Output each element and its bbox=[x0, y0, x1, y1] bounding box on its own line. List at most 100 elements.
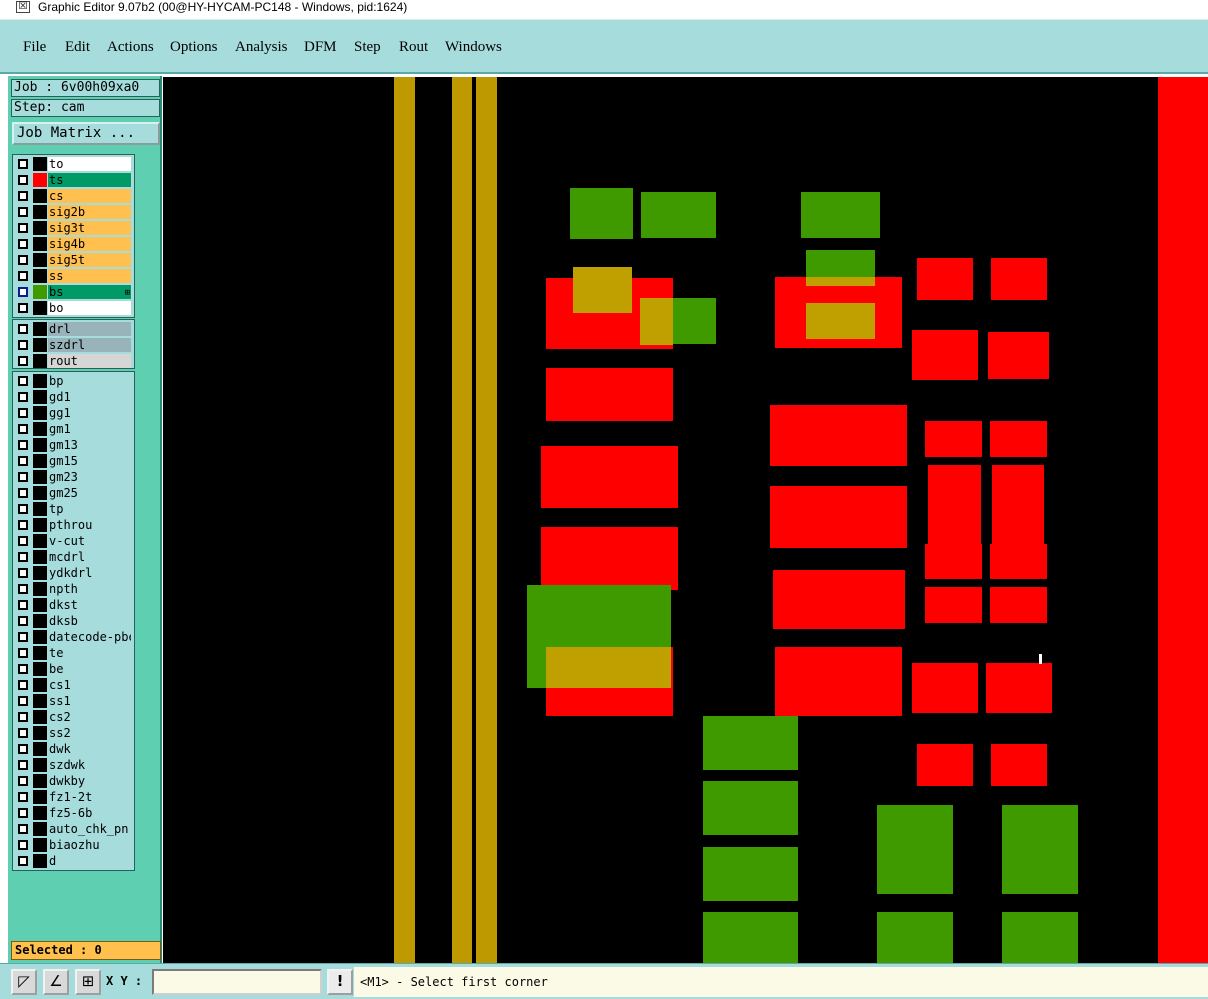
layer-row[interactable]: szdwk bbox=[13, 757, 134, 773]
layer-checkbox[interactable] bbox=[18, 856, 28, 866]
layer-checkbox[interactable] bbox=[18, 744, 28, 754]
layer-checkbox[interactable] bbox=[18, 568, 28, 578]
layer-checkbox[interactable] bbox=[18, 303, 28, 313]
layer-color-swatch[interactable] bbox=[33, 662, 47, 676]
layer-row[interactable]: tp bbox=[13, 501, 134, 517]
layer-checkbox[interactable] bbox=[18, 408, 28, 418]
layer-row[interactable]: auto_chk_pn bbox=[13, 821, 134, 837]
menu-dfm[interactable]: DFM bbox=[304, 39, 337, 56]
layer-name[interactable]: gg1 bbox=[48, 406, 131, 420]
menu-edit[interactable]: Edit bbox=[65, 39, 90, 56]
select-rect-icon[interactable]: ◸ bbox=[11, 969, 37, 995]
layer-name[interactable]: sig2b bbox=[48, 205, 131, 219]
layer-color-swatch[interactable] bbox=[33, 470, 47, 484]
layer-checkbox[interactable] bbox=[18, 664, 28, 674]
layer-checkbox[interactable] bbox=[18, 207, 28, 217]
layer-name[interactable]: fz5-6b bbox=[48, 806, 131, 820]
layer-color-swatch[interactable] bbox=[33, 438, 47, 452]
menu-actions[interactable]: Actions bbox=[107, 39, 154, 56]
menu-step[interactable]: Step bbox=[354, 39, 381, 56]
layer-color-swatch[interactable] bbox=[33, 790, 47, 804]
layer-checkbox[interactable] bbox=[18, 255, 28, 265]
layer-color-swatch[interactable] bbox=[33, 854, 47, 868]
layer-checkbox[interactable] bbox=[18, 808, 28, 818]
layer-name[interactable]: tp bbox=[48, 502, 131, 516]
layer-color-swatch[interactable] bbox=[33, 338, 47, 352]
menu-file[interactable]: File bbox=[23, 39, 46, 56]
layer-row[interactable]: ydkdrl bbox=[13, 565, 134, 581]
layer-color-swatch[interactable] bbox=[33, 726, 47, 740]
layer-color-swatch[interactable] bbox=[33, 374, 47, 388]
layer-name[interactable]: to bbox=[48, 157, 131, 171]
layer-name[interactable]: cs bbox=[48, 189, 131, 203]
layer-checkbox[interactable] bbox=[18, 271, 28, 281]
layer-color-swatch[interactable] bbox=[33, 534, 47, 548]
layer-checkbox[interactable] bbox=[18, 776, 28, 786]
layer-checkbox[interactable] bbox=[18, 760, 28, 770]
layer-name[interactable]: dkst bbox=[48, 598, 131, 612]
layer-row[interactable]: ss bbox=[13, 268, 134, 284]
layer-row[interactable]: ts bbox=[13, 172, 134, 188]
layer-color-swatch[interactable] bbox=[33, 301, 47, 315]
layer-color-swatch[interactable] bbox=[33, 486, 47, 500]
layer-row[interactable]: cs1 bbox=[13, 677, 134, 693]
layer-name[interactable]: ss1 bbox=[48, 694, 131, 708]
layer-name[interactable]: te bbox=[48, 646, 131, 660]
layer-row[interactable]: sig2b bbox=[13, 204, 134, 220]
layer-checkbox[interactable] bbox=[18, 239, 28, 249]
menu-analysis[interactable]: Analysis bbox=[235, 39, 288, 56]
layer-row[interactable]: pthrou bbox=[13, 517, 134, 533]
layer-color-swatch[interactable] bbox=[33, 646, 47, 660]
layer-name[interactable]: bo bbox=[48, 301, 131, 315]
measure-icon[interactable]: ∠ bbox=[43, 969, 69, 995]
layer-checkbox[interactable] bbox=[18, 600, 28, 610]
layer-row[interactable]: v-cut bbox=[13, 533, 134, 549]
layer-color-swatch[interactable] bbox=[33, 694, 47, 708]
layer-name[interactable]: dksb bbox=[48, 614, 131, 628]
layer-name[interactable]: v-cut bbox=[48, 534, 131, 548]
layer-row[interactable]: sig3t bbox=[13, 220, 134, 236]
layer-row[interactable]: dwkby bbox=[13, 773, 134, 789]
layer-name[interactable]: gd1 bbox=[48, 390, 131, 404]
layer-checkbox[interactable] bbox=[18, 356, 28, 366]
layer-color-swatch[interactable] bbox=[33, 406, 47, 420]
layer-checkbox[interactable] bbox=[18, 520, 28, 530]
layer-row[interactable]: to bbox=[13, 156, 134, 172]
layer-color-swatch[interactable] bbox=[33, 189, 47, 203]
layer-row[interactable]: ss1 bbox=[13, 693, 134, 709]
layer-name[interactable]: drl bbox=[48, 322, 131, 336]
layer-color-swatch[interactable] bbox=[33, 454, 47, 468]
menu-options[interactable]: Options bbox=[170, 39, 218, 56]
job-matrix-button[interactable]: Job Matrix ... bbox=[12, 122, 160, 145]
layer-checkbox[interactable] bbox=[18, 191, 28, 201]
layer-checkbox[interactable] bbox=[18, 632, 28, 642]
layer-checkbox[interactable] bbox=[18, 175, 28, 185]
menu-rout[interactable]: Rout bbox=[399, 39, 428, 56]
layer-checkbox[interactable] bbox=[18, 696, 28, 706]
layer-color-swatch[interactable] bbox=[33, 285, 47, 299]
layer-row[interactable]: npth bbox=[13, 581, 134, 597]
layer-row[interactable]: gm1 bbox=[13, 421, 134, 437]
layer-checkbox[interactable] bbox=[18, 340, 28, 350]
xy-input[interactable] bbox=[152, 969, 322, 995]
layer-name[interactable]: datecode-pbe bbox=[48, 630, 131, 644]
layer-color-swatch[interactable] bbox=[33, 758, 47, 772]
layer-name[interactable]: biaozhu bbox=[48, 838, 131, 852]
layer-checkbox[interactable] bbox=[18, 680, 28, 690]
layer-row[interactable]: ss2 bbox=[13, 725, 134, 741]
layer-checkbox[interactable] bbox=[18, 223, 28, 233]
layer-row[interactable]: gm23 bbox=[13, 469, 134, 485]
layer-row[interactable]: dksb bbox=[13, 613, 134, 629]
layer-color-swatch[interactable] bbox=[33, 598, 47, 612]
layer-name[interactable]: ss2 bbox=[48, 726, 131, 740]
layer-checkbox[interactable] bbox=[18, 456, 28, 466]
layer-row[interactable]: fz5-6b bbox=[13, 805, 134, 821]
layer-name[interactable]: dwk bbox=[48, 742, 131, 756]
layer-row[interactable]: gm15 bbox=[13, 453, 134, 469]
layer-row[interactable]: sig4b bbox=[13, 236, 134, 252]
layer-checkbox[interactable] bbox=[18, 376, 28, 386]
layer-color-swatch[interactable] bbox=[33, 774, 47, 788]
layer-row[interactable]: rout bbox=[13, 353, 134, 369]
layer-color-swatch[interactable] bbox=[33, 221, 47, 235]
layer-color-swatch[interactable] bbox=[33, 502, 47, 516]
